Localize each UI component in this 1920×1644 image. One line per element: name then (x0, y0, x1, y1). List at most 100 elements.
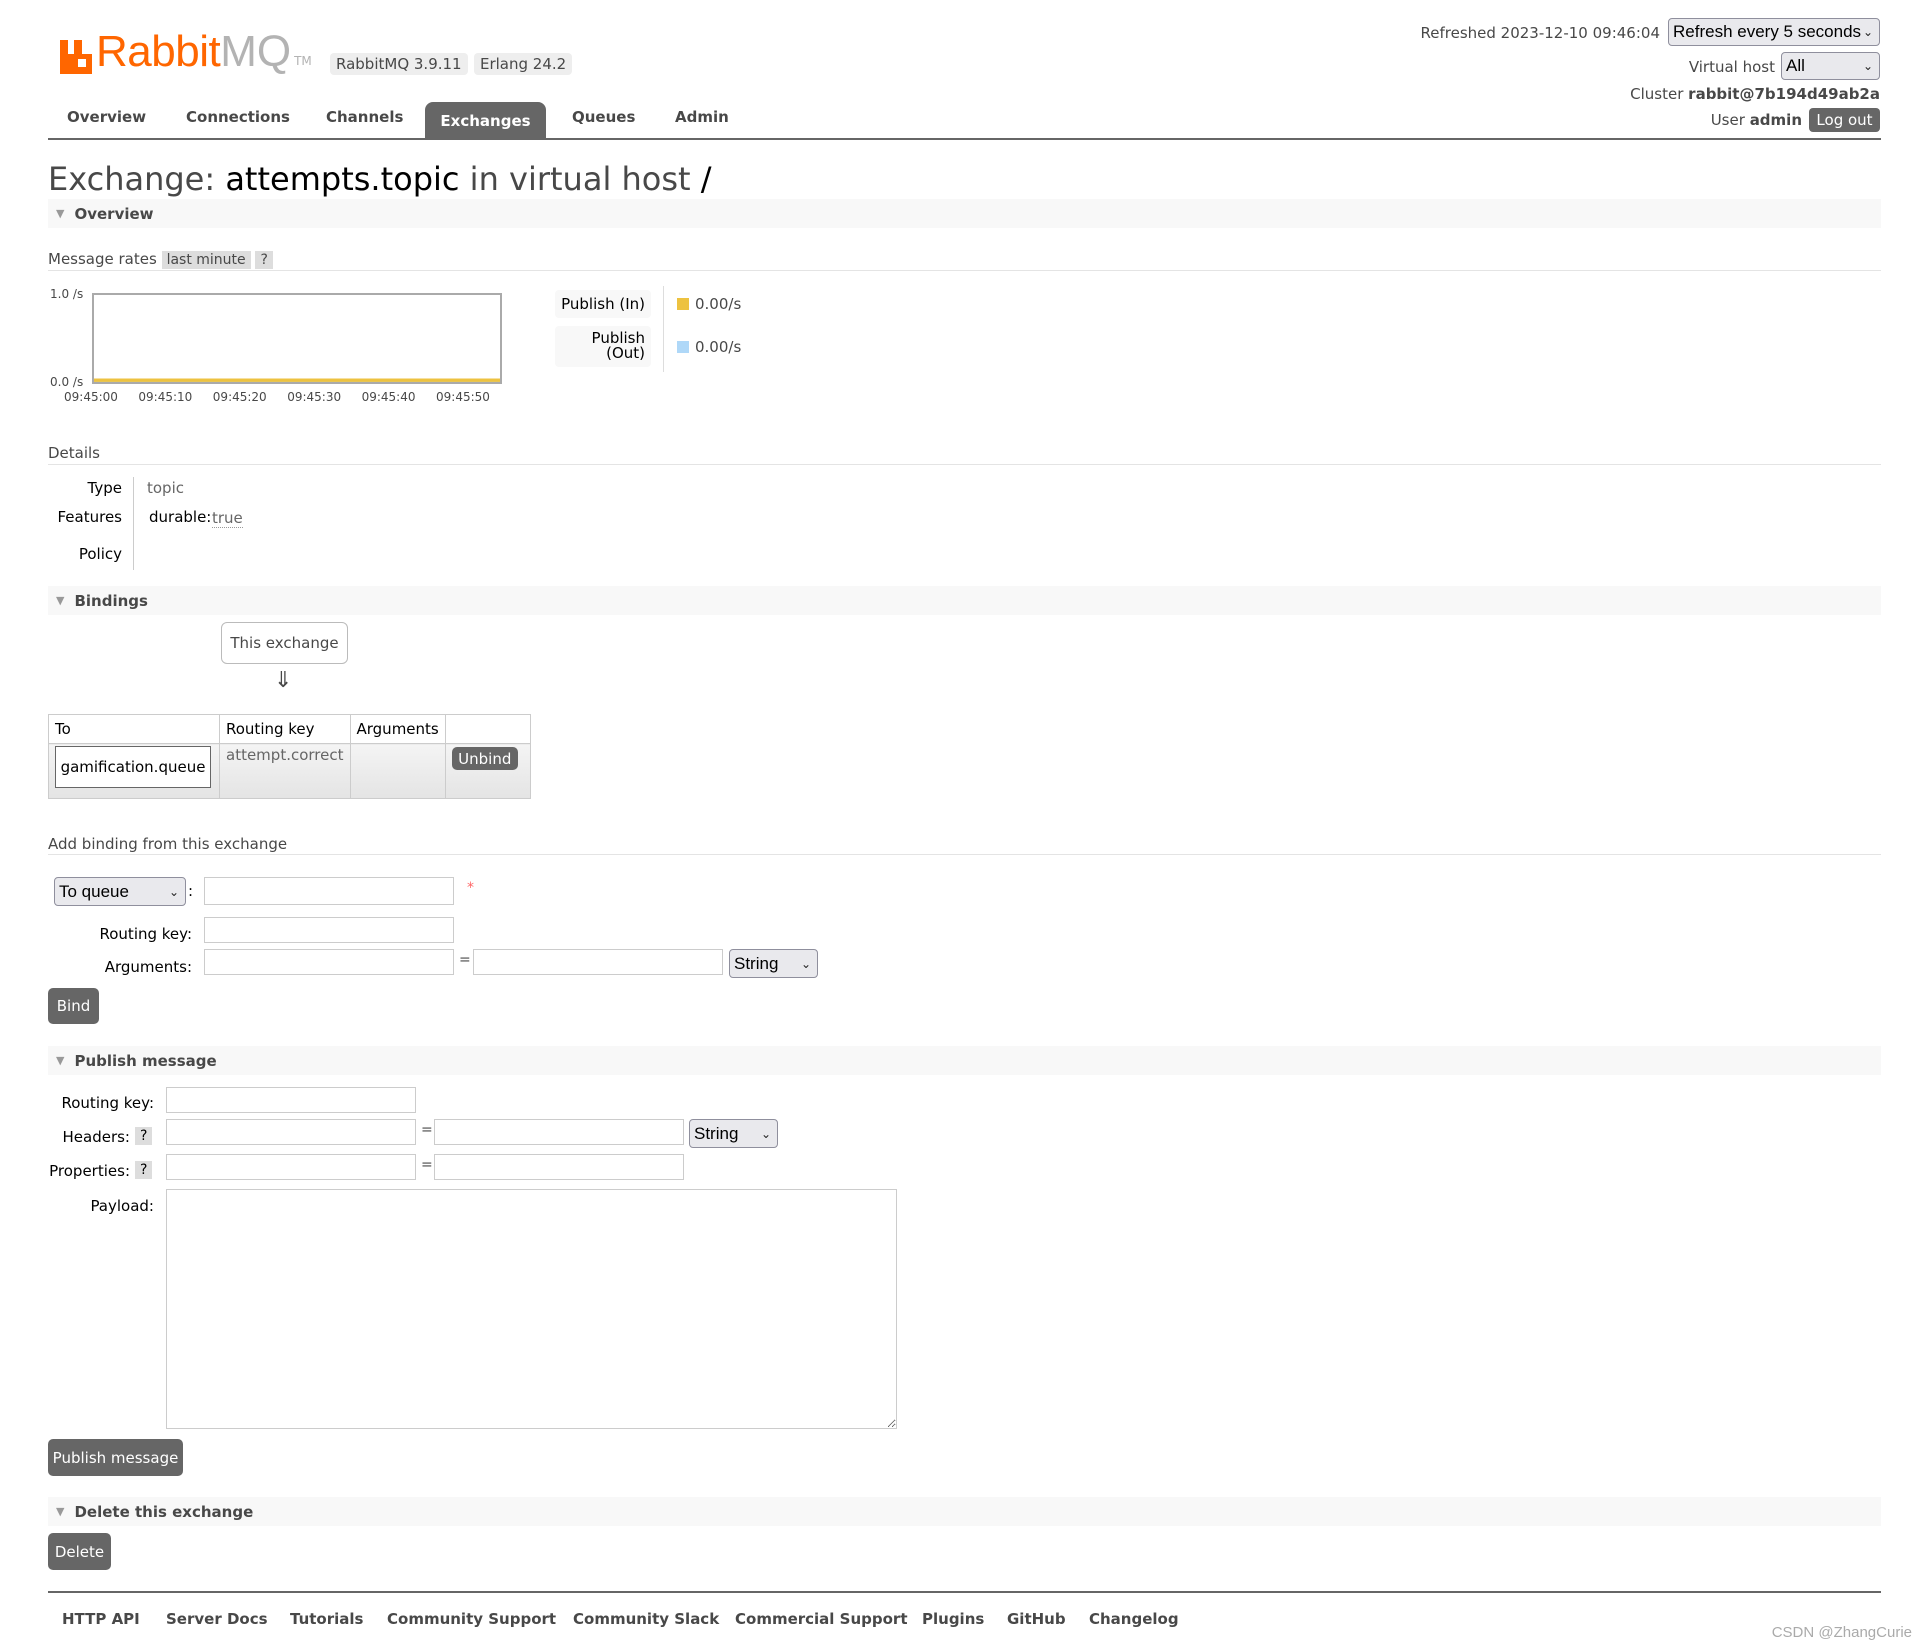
footer-link-community-slack[interactable]: Community Slack (573, 1610, 719, 1628)
chevron-down-icon: ⌄ (168, 884, 179, 899)
queue-link[interactable]: gamification.queue (55, 746, 211, 788)
triangle-down-icon: ▼ (56, 594, 65, 607)
column-header-arguments: Arguments (349, 714, 446, 744)
user-name: admin (1749, 111, 1802, 129)
footer-link-http-api[interactable]: HTTP API (62, 1610, 140, 1628)
unbind-button[interactable]: Unbind (451, 747, 518, 770)
tab-overview[interactable]: Overview (67, 108, 146, 126)
nav-divider (48, 138, 1881, 140)
payload-textarea[interactable] (166, 1189, 897, 1429)
tab-channels[interactable]: Channels (326, 108, 403, 126)
user-info: User admin (1711, 111, 1802, 129)
property-value-input[interactable] (434, 1154, 684, 1180)
details-divider (133, 477, 134, 570)
x-tick-label: 09:45:30 (287, 390, 342, 404)
add-binding-heading: Add binding from this exchange (48, 835, 288, 853)
bindings-section-toggle[interactable]: ▼ Bindings (48, 586, 1881, 615)
footer-link-server-docs[interactable]: Server Docs (166, 1610, 268, 1628)
tab-queues[interactable]: Queues (572, 108, 635, 126)
binding-arguments-label: Arguments: (104, 958, 192, 976)
x-tick-label: 09:45:10 (138, 390, 193, 404)
properties-help-badge[interactable]: ? (135, 1161, 153, 1179)
watermark: CSDN @ZhangCurie (1771, 1624, 1912, 1641)
title-middle: in virtual host (469, 160, 691, 198)
column-header-actions (444, 714, 531, 744)
binding-argument-type-select[interactable]: String ⌄ (729, 949, 818, 978)
binding-destination-input[interactable] (204, 877, 454, 905)
user-label: User (1710, 111, 1745, 129)
rabbit-logo-icon (60, 40, 92, 74)
exchange-name: attempts.topic (225, 160, 460, 198)
legend-divider (663, 286, 664, 372)
legend-publish-out-value: 0.00/s (695, 338, 742, 356)
publish-routing-key-label: Routing key: (61, 1094, 155, 1112)
headers-help-badge[interactable]: ? (135, 1127, 153, 1145)
binding-routing-key-label: Routing key: (99, 925, 193, 943)
column-header-routing-key: Routing key (219, 714, 351, 744)
tab-connections[interactable]: Connections (186, 108, 290, 126)
delete-section-label: Delete this exchange (74, 1502, 254, 1521)
header-key-input[interactable] (166, 1119, 416, 1145)
legend-publish-out-label[interactable]: Publish (Out) (555, 326, 651, 367)
triangle-down-icon: ▼ (56, 1505, 65, 1518)
required-mark: * (467, 880, 474, 896)
bind-button[interactable]: Bind (48, 988, 99, 1024)
overview-section-toggle[interactable]: ▼ Overview (48, 199, 1881, 228)
erlang-badge: Erlang 24.2 (474, 53, 573, 75)
property-key-input[interactable] (166, 1154, 416, 1180)
binding-argument-type-value: String (734, 953, 779, 973)
legend-publish-in-label[interactable]: Publish (In) (555, 290, 651, 318)
binding-argument-value-input[interactable] (473, 949, 723, 975)
logout-button[interactable]: Log out (1809, 108, 1880, 132)
tab-exchanges[interactable]: Exchanges (425, 102, 546, 139)
vhost-select[interactable]: All ⌄ (1781, 52, 1880, 80)
cluster-name: rabbit@7b194d49ab2a (1688, 85, 1880, 103)
binding-destination-value: To queue (59, 881, 129, 901)
x-tick-label: 09:45:20 (212, 390, 267, 404)
publish-section-toggle[interactable]: ▼ Publish message (48, 1046, 1881, 1075)
publish-routing-key-input[interactable] (166, 1087, 416, 1113)
type-label: Type (87, 479, 122, 497)
footer-link-plugins[interactable]: Plugins (922, 1610, 984, 1628)
x-tick-label: 09:45:00 (64, 390, 118, 404)
footer-link-community-support[interactable]: Community Support (387, 1610, 556, 1628)
triangle-down-icon: ▼ (56, 207, 65, 220)
chevron-down-icon: ⌄ (760, 1126, 771, 1141)
logo-tm: TM (294, 54, 312, 68)
refresh-interval-select[interactable]: Refresh every 5 seconds ⌄ (1668, 18, 1880, 46)
column-header-to: To (48, 714, 220, 744)
this-exchange-box: This exchange (221, 622, 348, 664)
bindings-section-label: Bindings (74, 591, 148, 610)
header-type-select[interactable]: String ⌄ (689, 1119, 778, 1148)
footer-link-tutorials[interactable]: Tutorials (290, 1610, 363, 1628)
cluster-label: Cluster (1630, 85, 1684, 103)
footer-divider (48, 1591, 1881, 1593)
equals-sign: = (459, 952, 471, 968)
binding-arguments-cell (349, 743, 446, 799)
delete-button[interactable]: Delete (48, 1533, 111, 1570)
rabbitmq-logo[interactable]: Rabbit MQ TM (60, 28, 312, 74)
binding-routing-key-input[interactable] (204, 917, 454, 943)
headers-label: Headers: (62, 1128, 131, 1146)
vhost-select-value: All (1786, 56, 1805, 75)
binding-destination-select[interactable]: To queue ⌄ (54, 877, 186, 906)
publish-message-button[interactable]: Publish message (48, 1439, 183, 1476)
publish-section-label: Publish message (74, 1051, 217, 1070)
version-badge: RabbitMQ 3.9.11 (330, 53, 468, 75)
table-header-row: To Routing key Arguments (48, 714, 531, 744)
footer-link-commercial-support[interactable]: Commercial Support (735, 1610, 908, 1628)
footer-link-github[interactable]: GitHub (1007, 1610, 1066, 1628)
binding-argument-key-input[interactable] (204, 949, 454, 975)
chart-plot-area (94, 378, 500, 382)
footer-link-changelog[interactable]: Changelog (1089, 1610, 1179, 1628)
legend-publish-in-value: 0.00/s (695, 295, 742, 313)
legend-swatch-publish-out (677, 341, 689, 353)
cluster-info: Cluster rabbit@7b194d49ab2a (1630, 85, 1880, 103)
x-tick-label: 09:45:50 (436, 390, 490, 404)
chevron-down-icon: ⌄ (800, 956, 811, 971)
tab-admin[interactable]: Admin (675, 108, 729, 126)
range-badge[interactable]: last minute (161, 251, 251, 269)
help-badge[interactable]: ? (255, 251, 273, 269)
header-value-input[interactable] (434, 1119, 684, 1145)
delete-section-toggle[interactable]: ▼ Delete this exchange (48, 1497, 1881, 1526)
